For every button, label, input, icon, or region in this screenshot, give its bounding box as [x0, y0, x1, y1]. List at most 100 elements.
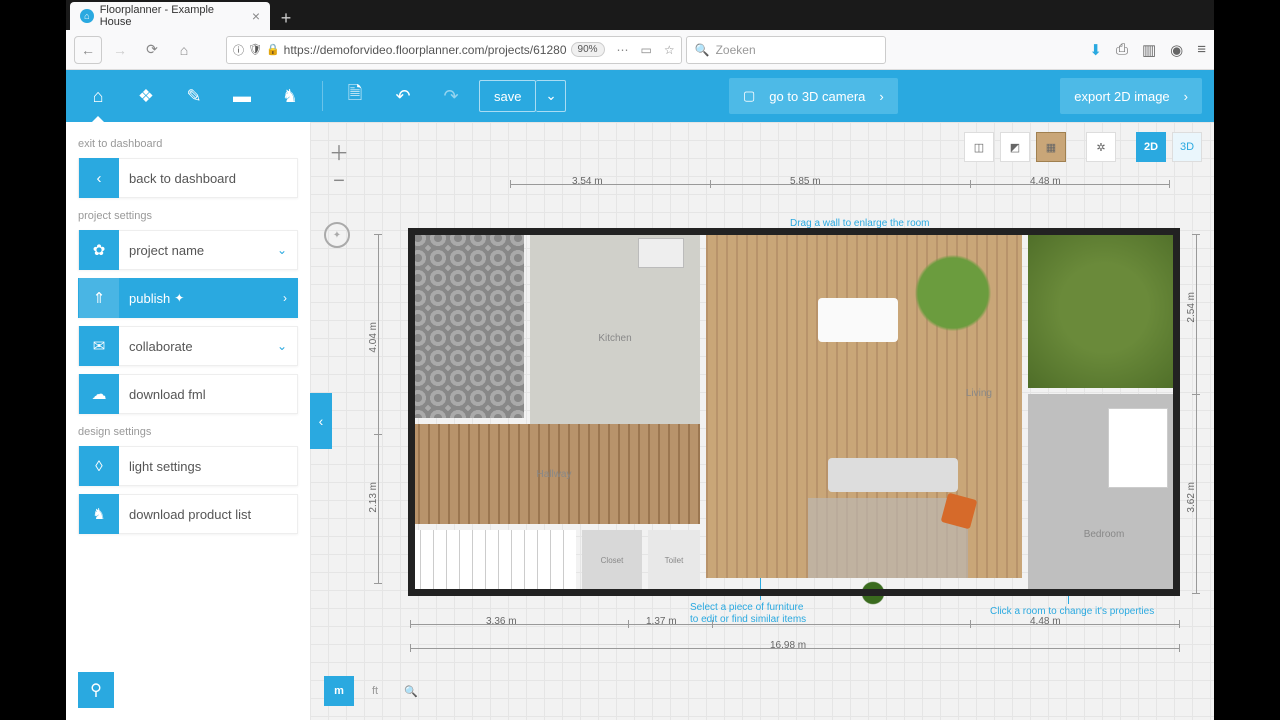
camera-icon: ▢ [743, 88, 755, 104]
shield-icon[interactable]: 🛡 [248, 43, 262, 56]
dim-top-2: 5.85 m [790, 176, 821, 187]
chevron-down-icon: ⌄ [277, 243, 287, 257]
view-2d-button[interactable]: 2D [1136, 132, 1166, 162]
label: project name [129, 243, 204, 258]
file-icon[interactable]: 🗎 [335, 76, 375, 116]
zoom-in-button[interactable]: ＋ [324, 136, 354, 166]
nav-furniture-icon[interactable]: ♞ [270, 76, 310, 116]
sidebar-icon[interactable]: ▥ [1142, 41, 1156, 59]
label: publish [129, 291, 170, 306]
export-button[interactable]: export 2D image › [1060, 78, 1202, 114]
sidebar-section-exit: exit to dashboard [78, 138, 298, 150]
view-option-3[interactable]: ▦ [1036, 132, 1066, 162]
home-button[interactable]: ⌂ [170, 36, 198, 64]
view-option-1[interactable]: ◫ [964, 132, 994, 162]
more-icon[interactable]: ⋯ [617, 43, 629, 57]
hint-room: Click a room to change it's properties [990, 606, 1154, 617]
upload-icon: ⇑ [79, 278, 119, 318]
favicon-icon: ⌂ [80, 9, 94, 23]
project-name-button[interactable]: ✿ project name ⌄ [78, 230, 298, 270]
unit-m-button[interactable]: m [324, 676, 354, 706]
dim-right-2: 3.62 m [1186, 482, 1197, 513]
reader-icon[interactable]: ▭ [641, 43, 652, 57]
go-to-3d-button[interactable]: ▢ go to 3D camera › [729, 78, 898, 114]
location-pin-button[interactable]: ⚲ [78, 672, 114, 708]
nav-build-icon[interactable]: ⌂ [78, 76, 118, 116]
back-button[interactable]: ← [74, 36, 102, 64]
close-icon[interactable]: × [252, 8, 260, 24]
forward-button[interactable]: → [106, 36, 134, 64]
url-text: https://demoforvideo.floorplanner.com/pr… [284, 43, 567, 57]
publish-button[interactable]: ⇑ publish ✦ › [78, 278, 298, 318]
download-product-list-button[interactable]: ♞ download product list [78, 494, 298, 534]
tab-bar: ⌂ Floorplanner - Example House × + [66, 0, 1214, 30]
undo-icon[interactable]: ↶ [383, 76, 423, 116]
search-placeholder: Zoeken [716, 43, 756, 57]
compass-icon[interactable]: ✦ [324, 222, 350, 248]
lock-icon: 🔒 [266, 43, 280, 56]
info-icon[interactable]: ⓘ [233, 42, 244, 58]
cursor-icon: ✦ [174, 291, 184, 305]
view-option-settings[interactable]: ✲ [1086, 132, 1116, 162]
unit-ft-button[interactable]: ft [360, 676, 390, 706]
url-bar[interactable]: ⓘ 🛡 🔒 https://demoforvideo.floorplanner.… [226, 36, 682, 64]
export-label: export 2D image [1074, 89, 1169, 104]
dim-bot-2: 1.37 m [646, 616, 677, 627]
zoom-indicator[interactable]: 90% [571, 42, 605, 57]
menu-icon[interactable]: ≡ [1197, 41, 1206, 58]
label: collaborate [129, 339, 193, 354]
nav-layers-icon[interactable]: ❖ [126, 76, 166, 116]
chevron-right-icon: › [1184, 89, 1188, 104]
view-3d-button[interactable]: 3D [1172, 132, 1202, 162]
zoom-out-button[interactable]: − [324, 166, 354, 196]
reload-button[interactable]: ⟳ [138, 36, 166, 64]
chevron-right-icon: › [283, 291, 287, 305]
chat-icon: ✉ [79, 326, 119, 366]
redo-icon[interactable]: ↷ [431, 76, 471, 116]
label: download fml [129, 387, 206, 402]
light-settings-button[interactable]: ◊ light settings [78, 446, 298, 486]
back-to-dashboard-button[interactable]: ‹ back to dashboard [78, 158, 298, 198]
account-icon[interactable]: ◉ [1170, 41, 1183, 59]
collaborate-button[interactable]: ✉ collaborate ⌄ [78, 326, 298, 366]
gear-icon: ✿ [79, 230, 119, 270]
chair-icon: ♞ [79, 494, 119, 534]
nav-tools-icon[interactable]: ✎ [174, 76, 214, 116]
dim-bot-1: 3.36 m [486, 616, 517, 627]
chevron-left-icon: ‹ [79, 158, 119, 198]
library-icon[interactable]: ⎙ [1116, 41, 1128, 58]
download-icon[interactable]: ⬇ [1089, 41, 1102, 59]
sidebar-section-design: design settings [78, 426, 298, 438]
label: light settings [129, 459, 201, 474]
canvas[interactable]: ＋ − ✦ ◫ ◩ ▦ ✲ 2D 3D m ft 🔍 [310, 122, 1214, 720]
dim-bot-4: 16.98 m [770, 640, 806, 651]
dim-left-2: 2.13 m [368, 482, 379, 513]
cloud-icon: ☁ [79, 374, 119, 414]
magnify-icon[interactable]: 🔍 [396, 676, 426, 706]
view-option-2[interactable]: ◩ [1000, 132, 1030, 162]
save-button[interactable]: save [479, 80, 536, 112]
dim-left-1: 4.04 m [368, 322, 379, 353]
cta-label: go to 3D camera [769, 89, 865, 104]
chevron-down-icon: ⌄ [277, 339, 287, 353]
nav-comment-icon[interactable]: ▬ [222, 76, 262, 116]
app-toolbar: ⌂ ❖ ✎ ▬ ♞ 🗎 ↶ ↷ save ⌄ ▢ go to 3D camera… [66, 70, 1214, 122]
download-fml-button[interactable]: ☁ download fml [78, 374, 298, 414]
dim-bot-3: 4.48 m [1030, 616, 1061, 627]
search-input[interactable]: 🔍 Zoeken [686, 36, 886, 64]
hint-furniture-1: Select a piece of furniture [690, 602, 803, 613]
sidebar-collapse-handle[interactable]: ‹ [310, 393, 332, 449]
tab-title: Floorplanner - Example House [100, 4, 246, 28]
floor-plan[interactable]: Living Kitchen Bedroom Hallway Closet To… [408, 228, 1180, 596]
dim-top-3: 4.48 m [1030, 176, 1061, 187]
hint-furniture-2: to edit or find similar items [690, 614, 806, 625]
new-tab-button[interactable]: + [274, 6, 298, 30]
sidebar-section-project: project settings [78, 210, 298, 222]
bulb-icon: ◊ [79, 446, 119, 486]
dim-top-1: 3.54 m [572, 176, 603, 187]
browser-tab[interactable]: ⌂ Floorplanner - Example House × [70, 2, 270, 30]
walls[interactable] [408, 228, 1180, 596]
save-dropdown[interactable]: ⌄ [536, 80, 566, 112]
sidebar: exit to dashboard ‹ back to dashboard pr… [66, 122, 310, 720]
bookmark-icon[interactable]: ☆ [664, 43, 675, 57]
